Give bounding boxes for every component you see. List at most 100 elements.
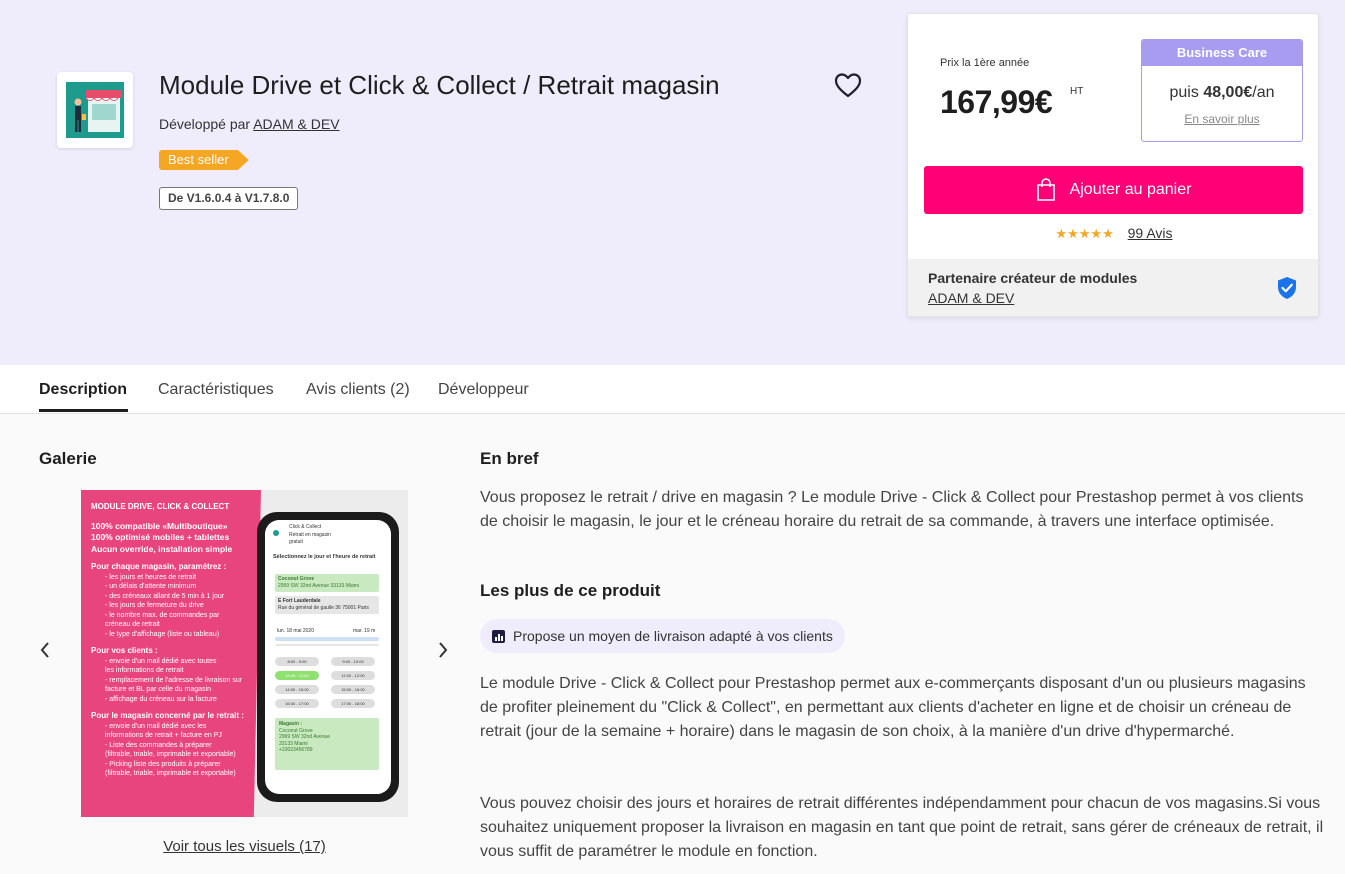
first-year-label: Prix la 1ère année — [940, 57, 1030, 69]
tab-customer-reviews[interactable]: Avis clients (2) — [306, 381, 410, 399]
gallery-list-item: - le nombre max. de commandes par — [105, 611, 220, 619]
phone-slot: 9:00 - 10:00 — [331, 657, 375, 666]
phone-date-right: mar. 19 m — [353, 628, 376, 634]
phone-screen: Click & Collect Retrait en magasin gratu… — [265, 520, 391, 794]
gallery-list-item: créneau de retrait — [105, 621, 160, 629]
gallery-list-item: - envoie d'un mail dédié avec toutes — [105, 657, 217, 665]
add-to-cart-button[interactable]: Ajouter au panier — [924, 166, 1303, 214]
business-care-price: puis 48,00€/an — [1142, 84, 1302, 102]
price: 167,99€ — [940, 84, 1053, 120]
advantage-pill: Propose un moyen de livraison adapté à v… — [480, 619, 845, 653]
developer-link[interactable]: ADAM & DEV — [253, 116, 339, 132]
gallery-image-text: MODULE DRIVE, CLICK & COLLECT 100% compa… — [81, 490, 261, 817]
tax-label: HT — [1070, 86, 1084, 97]
business-care-box: Business Care puis 48,00€/an En savoir p… — [1141, 39, 1303, 142]
gallery-list-item: informations de retrait + facture en PJ — [105, 732, 222, 740]
product-advantages-title: Les plus de ce produit — [480, 581, 661, 600]
best-seller-badge: Best seller — [159, 150, 249, 170]
tab-characteristics[interactable]: Caractéristiques — [158, 381, 274, 399]
gallery-list-item: facture et BL par celle du magasin — [105, 686, 211, 694]
brief-title: En bref — [480, 449, 539, 468]
phone-slot: 16:00 - 17:00 — [275, 699, 319, 708]
developer-label: Développé par — [159, 116, 251, 132]
phone-slot: 17:00 - 18:00 — [331, 699, 375, 708]
gallery-title: Galerie — [39, 449, 97, 468]
phone-mockup: Click & Collect Retrait en magasin gratu… — [257, 512, 399, 802]
description-paragraph: Le module Drive - Click & Collect pour P… — [480, 675, 1306, 740]
gallery-list-item: - Picking liste des produits à préparer — [105, 760, 221, 768]
phone-date-left: lun. 18 mai 2020 — [277, 628, 314, 634]
learn-more-link[interactable]: En savoir plus — [1142, 112, 1302, 126]
verified-shield-icon — [1278, 277, 1296, 299]
chevron-left-icon — [40, 642, 49, 658]
gallery-list-item: - les jours de fermeture du drive — [105, 602, 204, 610]
active-tab-indicator — [39, 409, 128, 412]
phone-slot: 14:00 - 15:00 — [275, 685, 319, 694]
tab-bar: Description Caractéristiques Avis client… — [0, 365, 1345, 414]
product-header: Module Drive et Click & Collect / Retrai… — [0, 0, 1345, 365]
gallery-list-item: - Liste des commandes à préparer — [105, 741, 212, 749]
add-to-cart-label: Ajouter au panier — [1069, 181, 1192, 198]
gallery-list-item: - les jours et heures de retrait — [105, 574, 197, 581]
phone-header-sub: Retrait en magasin — [289, 532, 331, 538]
phone-date-track — [275, 637, 379, 641]
phone-slot-selected: 10:00 - 11:00 — [275, 671, 319, 680]
partner-section: Partenaire créateur de modules ADAM & DE… — [908, 259, 1318, 316]
gallery-list-item: (filtrable, triable, imprimable et expor… — [105, 770, 236, 778]
phone-select-label: Sélectionnez le jour et l'heure de retra… — [273, 554, 376, 560]
gallery-list-item: (filtrable, triable, imprimable et expor… — [105, 751, 236, 759]
gallery-list-item: - des créneaux allant de 5 min à 1 jour — [105, 592, 225, 600]
tab-developer[interactable]: Développeur — [438, 381, 529, 399]
gallery-list-item: - le type d'affichage (liste ou tableau) — [105, 630, 220, 638]
phone-date-track-2 — [275, 644, 379, 646]
shopping-bag-icon — [1036, 178, 1055, 201]
partner-title: Partenaire créateur de modules — [928, 270, 1138, 286]
gallery-bold-line: Aucun override, installation simple — [91, 543, 233, 554]
phone-header-title: Click & Collect — [289, 524, 322, 530]
reviews-link[interactable]: 99 Avis — [1128, 225, 1173, 241]
gallery-section-title: Pour vos clients : — [91, 646, 158, 656]
developer-line: Développé par ADAM & DEV — [159, 116, 340, 132]
gallery-image-heading: MODULE DRIVE, CLICK & COLLECT — [91, 502, 230, 511]
heart-icon[interactable] — [834, 72, 862, 98]
bar-chart-icon — [492, 629, 505, 643]
price-card: Prix la 1ère année 167,99€ HT Business C… — [907, 13, 1319, 317]
advantage-pill-label: Propose un moyen de livraison adapté à v… — [513, 628, 833, 644]
business-care-title: Business Care — [1142, 40, 1302, 66]
gallery-section-title: Pour le magasin concerné par le retrait … — [91, 711, 244, 721]
phone-slot: 11:00 - 12:00 — [331, 671, 375, 680]
rating: ★★★★★ 99 Avis — [908, 225, 1318, 242]
gallery-image[interactable]: MODULE DRIVE, CLICK & COLLECT 100% compa… — [81, 490, 408, 817]
business-care-prefix: puis — [1169, 84, 1199, 101]
business-care-amount: 48,00€ — [1203, 84, 1253, 101]
description-paragraph: Vous pouvez choisir des jours et horaire… — [480, 795, 1324, 860]
phone-header-sub2: gratuit — [289, 539, 303, 545]
chevron-right-icon — [439, 642, 448, 658]
version-badge: De V1.6.0.4 à V1.7.8.0 — [159, 187, 299, 210]
gallery-prev-button[interactable] — [38, 640, 52, 666]
rating-stars: ★★★★★ — [1055, 226, 1114, 241]
phone-slot: 15:00 - 16:00 — [331, 685, 375, 694]
brief-text: Vous proposez le retrait / drive en maga… — [480, 489, 1304, 530]
gallery-bold-line: 100% optimisé mobiles + tablettes — [91, 532, 230, 543]
gallery-list-item: - affichage du créneau sur la facture — [105, 695, 217, 703]
phone-slot: 8:00 - 9:00 — [275, 657, 319, 666]
phone-store-2: E Fort Lauderdale Rue du général de gaul… — [275, 596, 379, 614]
store-icon — [66, 82, 124, 138]
product-logo — [57, 72, 133, 148]
tab-description[interactable]: Description — [39, 381, 127, 399]
gallery-next-button[interactable] — [436, 640, 450, 666]
gallery-list-item: les informations de retrait — [105, 667, 184, 675]
product-title: Module Drive et Click & Collect / Retrai… — [159, 70, 720, 100]
gallery-list-item: - un délais d'attente minimum — [105, 583, 197, 591]
gallery-list-item: - envoie d'un mail dédié avec les — [105, 722, 207, 730]
gallery-section-title: Pour chaque magasin, paramétrez : — [91, 562, 227, 572]
app-dot-icon — [273, 530, 279, 536]
phone-store-1-addr: 2999 SW 32nd Avenue 33133 Miami — [278, 582, 360, 589]
partner-link[interactable]: ADAM & DEV — [928, 290, 1014, 306]
gallery-list-item: - remplacement de l'adresse de livraison… — [105, 676, 243, 684]
phone-store-2-addr: Rue du général de gaulle 36 75001 Paris — [278, 604, 369, 611]
phone-store-1: Coconut Grove 2999 SW 32nd Avenue 33133 … — [275, 574, 379, 592]
see-all-visuals-link[interactable]: Voir tous les visuels (17) — [0, 838, 489, 855]
phone-store-box: Magasin : Coconut Grove 2999 SW 32nd Ave… — [275, 718, 379, 770]
